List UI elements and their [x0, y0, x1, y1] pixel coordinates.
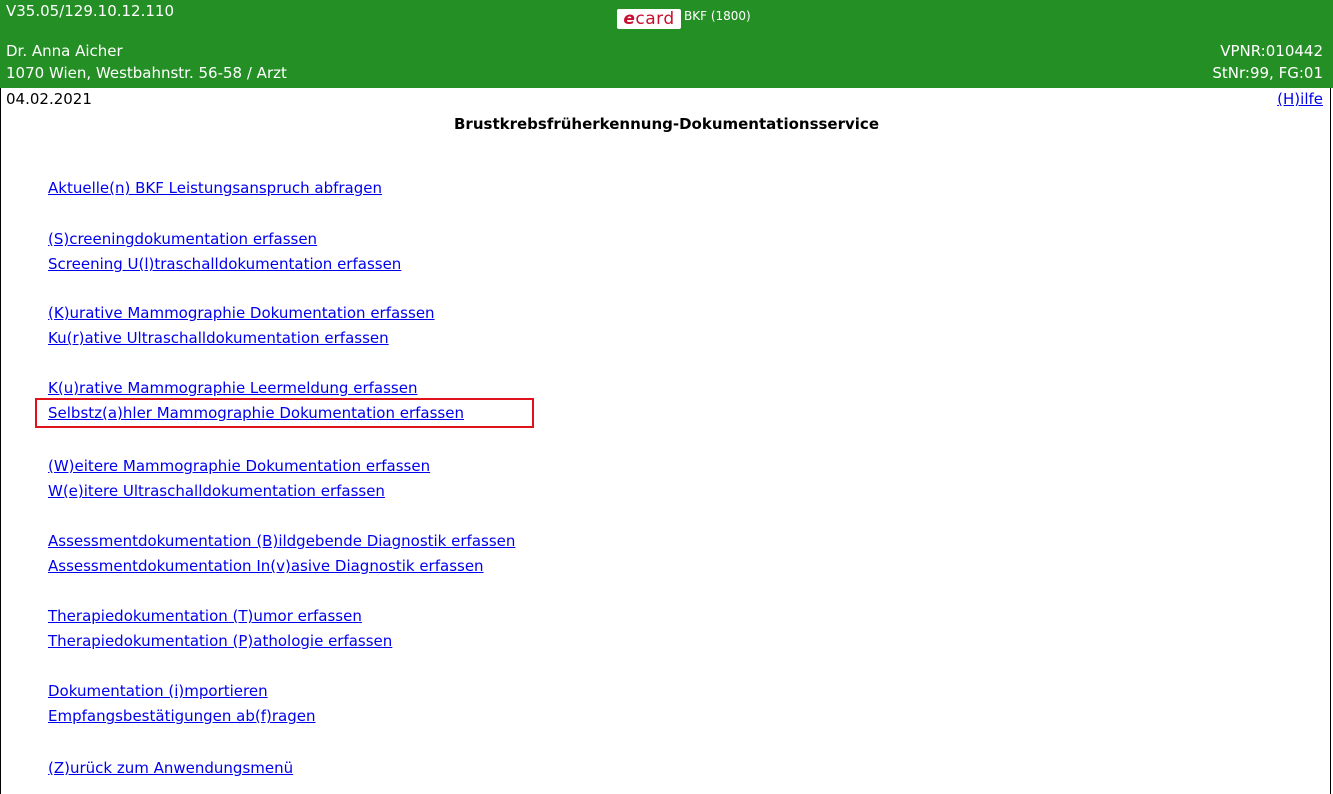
link-kurative-ultraschall[interactable]: Ku(r)ative Ultraschalldokumentation erfa…: [48, 327, 389, 349]
link-weitere-mammographie[interactable]: (W)eitere Mammographie Dokumentation erf…: [48, 455, 430, 477]
link-zurueck-anwendungsmenue[interactable]: (Z)urück zum Anwendungsmenü: [48, 757, 293, 779]
link-kurative-leermeldung[interactable]: K(u)rative Mammographie Leermeldung erfa…: [48, 377, 417, 399]
link-empfangsbestaetigungen[interactable]: Empfangsbestätigungen ab(f)ragen: [48, 705, 316, 727]
link-therapie-tumor[interactable]: Therapiedokumentation (T)umor erfassen: [48, 605, 362, 627]
header-bar: V35.05/129.10.12.110 ecard BKF (1800) Dr…: [0, 0, 1333, 88]
current-date: 04.02.2021: [6, 90, 92, 108]
address: 1070 Wien, Westbahnstr. 56-58 / Arzt: [6, 64, 287, 82]
link-screening-ultraschall[interactable]: Screening U(l)traschalldokumentation erf…: [48, 253, 401, 275]
page-title: Brustkrebsfrüherkennung-Dokumentationsse…: [454, 115, 879, 133]
highlight-box: [35, 398, 534, 428]
link-dokumentation-importieren[interactable]: Dokumentation (i)mportieren: [48, 680, 268, 702]
version-info: V35.05/129.10.12.110: [6, 2, 174, 20]
link-bkf-leistungsanspruch[interactable]: Aktuelle(n) BKF Leistungsanspruch abfrag…: [48, 177, 382, 199]
link-weitere-ultraschall[interactable]: W(e)itere Ultraschalldokumentation erfas…: [48, 480, 385, 502]
help-link[interactable]: (H)ilfe: [1277, 88, 1323, 110]
link-assessment-invasiv[interactable]: Assessmentdokumentation In(v)asive Diagn…: [48, 555, 484, 577]
ecard-logo: ecard: [617, 9, 681, 29]
service-code: BKF (1800): [684, 9, 751, 23]
vpnr: VPNR:010442: [1220, 42, 1323, 60]
doctor-name: Dr. Anna Aicher: [6, 42, 123, 60]
link-screeningdokumentation[interactable]: (S)creeningdokumentation erfassen: [48, 228, 317, 250]
station-info: StNr:99, FG:01: [1212, 64, 1323, 82]
link-kurative-mammographie[interactable]: (K)urative Mammographie Dokumentation er…: [48, 302, 435, 324]
link-therapie-pathologie[interactable]: Therapiedokumentation (P)athologie erfas…: [48, 630, 392, 652]
link-assessment-bildgebend[interactable]: Assessmentdokumentation (B)ildgebende Di…: [48, 530, 515, 552]
